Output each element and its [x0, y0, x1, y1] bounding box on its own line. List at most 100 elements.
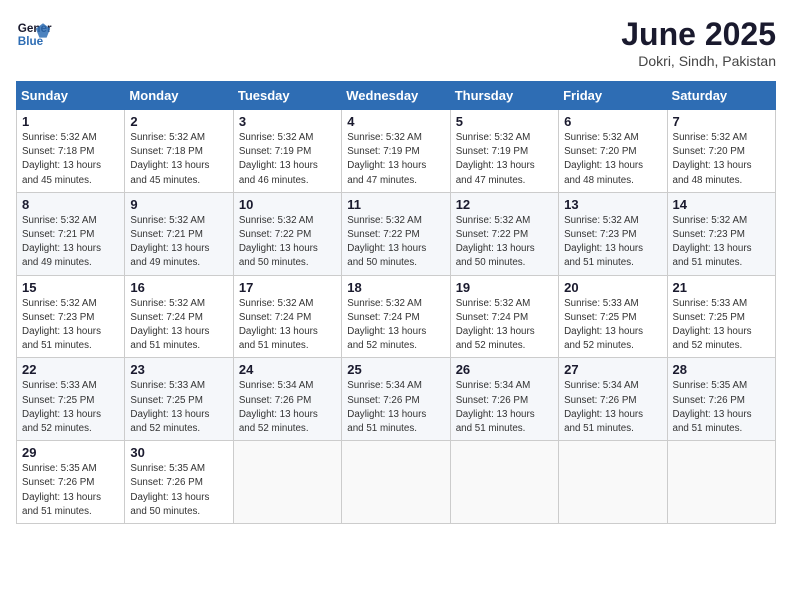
day-info: Sunrise: 5:35 AM Sunset: 7:26 PM Dayligh…: [673, 379, 770, 436]
day-number: 22: [22, 362, 119, 377]
day-number: 2: [130, 114, 227, 129]
day-cell: 29Sunrise: 5:35 AM Sunset: 7:26 PM Dayli…: [17, 441, 125, 524]
day-cell: [233, 441, 341, 524]
day-info: Sunrise: 5:32 AM Sunset: 7:20 PM Dayligh…: [564, 131, 661, 188]
day-cell: 11 Sunrise: 5:32 AM Sunset: 7:22 PM Dayli…: [342, 192, 450, 275]
weekday-header-row: SundayMondayTuesdayWednesdayThursdayFrid…: [17, 82, 776, 110]
day-info: Sunrise: 5:32 AM Sunset: 7:23 PM Dayligh…: [564, 214, 661, 271]
day-cell: 18 Sunrise: 5:32 AM Sunset: 7:24 PM Dayli…: [342, 275, 450, 358]
day-cell: 3 Sunrise: 5:32 AM Sunset: 7:19 PM Daylig…: [233, 110, 341, 193]
day-number: 15: [22, 280, 119, 295]
week-row-3: 15 Sunrise: 5:32 AM Sunset: 7:23 PM Dayli…: [17, 275, 776, 358]
day-cell: 26Sunrise: 5:34 AM Sunset: 7:26 PM Dayli…: [450, 358, 558, 441]
day-number: 19: [456, 280, 553, 295]
day-cell: 1Sunrise: 5:32 AM Sunset: 7:18 PM Daylig…: [17, 110, 125, 193]
day-number: 3: [239, 114, 336, 129]
weekday-header-thursday: Thursday: [450, 82, 558, 110]
day-cell: 25 Sunrise: 5:34 AM Sunset: 7:26 PM Dayli…: [342, 358, 450, 441]
day-info: Sunrise: 5:32 AM Sunset: 7:19 PM Dayligh…: [347, 131, 444, 188]
day-cell: 9 Sunrise: 5:32 AM Sunset: 7:21 PM Daylig…: [125, 192, 233, 275]
day-info: Sunrise: 5:34 AM Sunset: 7:26 PM Dayligh…: [347, 379, 444, 436]
day-info: Sunrise: 5:33 AM Sunset: 7:25 PM Dayligh…: [673, 297, 770, 354]
day-cell: 15 Sunrise: 5:32 AM Sunset: 7:23 PM Dayli…: [17, 275, 125, 358]
calendar-table: SundayMondayTuesdayWednesdayThursdayFrid…: [16, 81, 776, 524]
week-row-2: 8Sunrise: 5:32 AM Sunset: 7:21 PM Daylig…: [17, 192, 776, 275]
day-cell: 7 Sunrise: 5:32 AM Sunset: 7:20 PM Daylig…: [667, 110, 775, 193]
day-info: Sunrise: 5:32 AM Sunset: 7:21 PM Dayligh…: [130, 214, 227, 271]
day-info: Sunrise: 5:32 AM Sunset: 7:23 PM Dayligh…: [673, 214, 770, 271]
day-cell: [342, 441, 450, 524]
day-cell: [450, 441, 558, 524]
day-number: 4: [347, 114, 444, 129]
day-number: 5: [456, 114, 553, 129]
day-info: Sunrise: 5:33 AM Sunset: 7:25 PM Dayligh…: [22, 379, 119, 436]
day-cell: 17Sunrise: 5:32 AM Sunset: 7:24 PM Dayli…: [233, 275, 341, 358]
day-number: 17: [239, 280, 336, 295]
day-info: Sunrise: 5:34 AM Sunset: 7:26 PM Dayligh…: [564, 379, 661, 436]
day-info: Sunrise: 5:32 AM Sunset: 7:24 PM Dayligh…: [347, 297, 444, 354]
day-info: Sunrise: 5:33 AM Sunset: 7:25 PM Dayligh…: [130, 379, 227, 436]
day-info: Sunrise: 5:32 AM Sunset: 7:23 PM Dayligh…: [22, 297, 119, 354]
day-number: 9: [130, 197, 227, 212]
day-cell: 30 Sunrise: 5:35 AM Sunset: 7:26 PM Dayli…: [125, 441, 233, 524]
week-row-1: 1Sunrise: 5:32 AM Sunset: 7:18 PM Daylig…: [17, 110, 776, 193]
day-info: Sunrise: 5:32 AM Sunset: 7:22 PM Dayligh…: [239, 214, 336, 271]
day-number: 23: [130, 362, 227, 377]
weekday-header-friday: Friday: [559, 82, 667, 110]
day-cell: 2 Sunrise: 5:32 AM Sunset: 7:18 PM Daylig…: [125, 110, 233, 193]
logo-icon: General Blue: [16, 16, 52, 52]
day-cell: 12 Sunrise: 5:32 AM Sunset: 7:22 PM Dayli…: [450, 192, 558, 275]
title-area: June 2025 Dokri, Sindh, Pakistan: [621, 16, 776, 69]
day-number: 27: [564, 362, 661, 377]
day-info: Sunrise: 5:33 AM Sunset: 7:25 PM Dayligh…: [564, 297, 661, 354]
weekday-header-wednesday: Wednesday: [342, 82, 450, 110]
day-info: Sunrise: 5:32 AM Sunset: 7:22 PM Dayligh…: [456, 214, 553, 271]
day-number: 28: [673, 362, 770, 377]
header: General Blue June 2025 Dokri, Sindh, Pak…: [16, 16, 776, 69]
day-number: 26: [456, 362, 553, 377]
day-number: 25: [347, 362, 444, 377]
day-number: 11: [347, 197, 444, 212]
week-row-4: 22 Sunrise: 5:33 AM Sunset: 7:25 PM Dayli…: [17, 358, 776, 441]
day-number: 7: [673, 114, 770, 129]
day-number: 30: [130, 445, 227, 460]
day-cell: 21 Sunrise: 5:33 AM Sunset: 7:25 PM Dayli…: [667, 275, 775, 358]
day-number: 24: [239, 362, 336, 377]
day-number: 18: [347, 280, 444, 295]
day-info: Sunrise: 5:32 AM Sunset: 7:19 PM Dayligh…: [239, 131, 336, 188]
logo: General Blue: [16, 16, 52, 52]
day-info: Sunrise: 5:32 AM Sunset: 7:19 PM Dayligh…: [456, 131, 553, 188]
day-cell: 8Sunrise: 5:32 AM Sunset: 7:21 PM Daylig…: [17, 192, 125, 275]
day-info: Sunrise: 5:32 AM Sunset: 7:24 PM Dayligh…: [456, 297, 553, 354]
day-cell: 16Sunrise: 5:32 AM Sunset: 7:24 PM Dayli…: [125, 275, 233, 358]
weekday-header-sunday: Sunday: [17, 82, 125, 110]
day-info: Sunrise: 5:34 AM Sunset: 7:26 PM Dayligh…: [239, 379, 336, 436]
day-number: 20: [564, 280, 661, 295]
day-info: Sunrise: 5:32 AM Sunset: 7:18 PM Dayligh…: [130, 131, 227, 188]
location-subtitle: Dokri, Sindh, Pakistan: [621, 53, 776, 69]
day-info: Sunrise: 5:35 AM Sunset: 7:26 PM Dayligh…: [130, 462, 227, 519]
day-info: Sunrise: 5:32 AM Sunset: 7:21 PM Dayligh…: [22, 214, 119, 271]
day-cell: 23 Sunrise: 5:33 AM Sunset: 7:25 PM Dayli…: [125, 358, 233, 441]
day-cell: 19 Sunrise: 5:32 AM Sunset: 7:24 PM Dayli…: [450, 275, 558, 358]
day-cell: 14Sunrise: 5:32 AM Sunset: 7:23 PM Dayli…: [667, 192, 775, 275]
day-number: 6: [564, 114, 661, 129]
day-cell: [559, 441, 667, 524]
day-number: 21: [673, 280, 770, 295]
weekday-header-saturday: Saturday: [667, 82, 775, 110]
month-title: June 2025: [621, 16, 776, 53]
day-number: 29: [22, 445, 119, 460]
week-row-5: 29 Sunrise: 5:35 AM Sunset: 7:26 PM Dayli…: [17, 441, 776, 524]
day-info: Sunrise: 5:32 AM Sunset: 7:18 PM Dayligh…: [22, 131, 119, 188]
day-info: Sunrise: 5:32 AM Sunset: 7:20 PM Dayligh…: [673, 131, 770, 188]
day-cell: 10Sunrise: 5:32 AM Sunset: 7:22 PM Dayli…: [233, 192, 341, 275]
day-cell: 13Sunrise: 5:32 AM Sunset: 7:23 PM Dayli…: [559, 192, 667, 275]
day-number: 12: [456, 197, 553, 212]
weekday-header-monday: Monday: [125, 82, 233, 110]
day-cell: 28 Sunrise: 5:35 AM Sunset: 7:26 PM Dayli…: [667, 358, 775, 441]
day-cell: 5 Sunrise: 5:32 AM Sunset: 7:19 PM Daylig…: [450, 110, 558, 193]
day-info: Sunrise: 5:32 AM Sunset: 7:22 PM Dayligh…: [347, 214, 444, 271]
weekday-header-tuesday: Tuesday: [233, 82, 341, 110]
day-cell: 6 Sunrise: 5:32 AM Sunset: 7:20 PM Daylig…: [559, 110, 667, 193]
day-cell: [667, 441, 775, 524]
